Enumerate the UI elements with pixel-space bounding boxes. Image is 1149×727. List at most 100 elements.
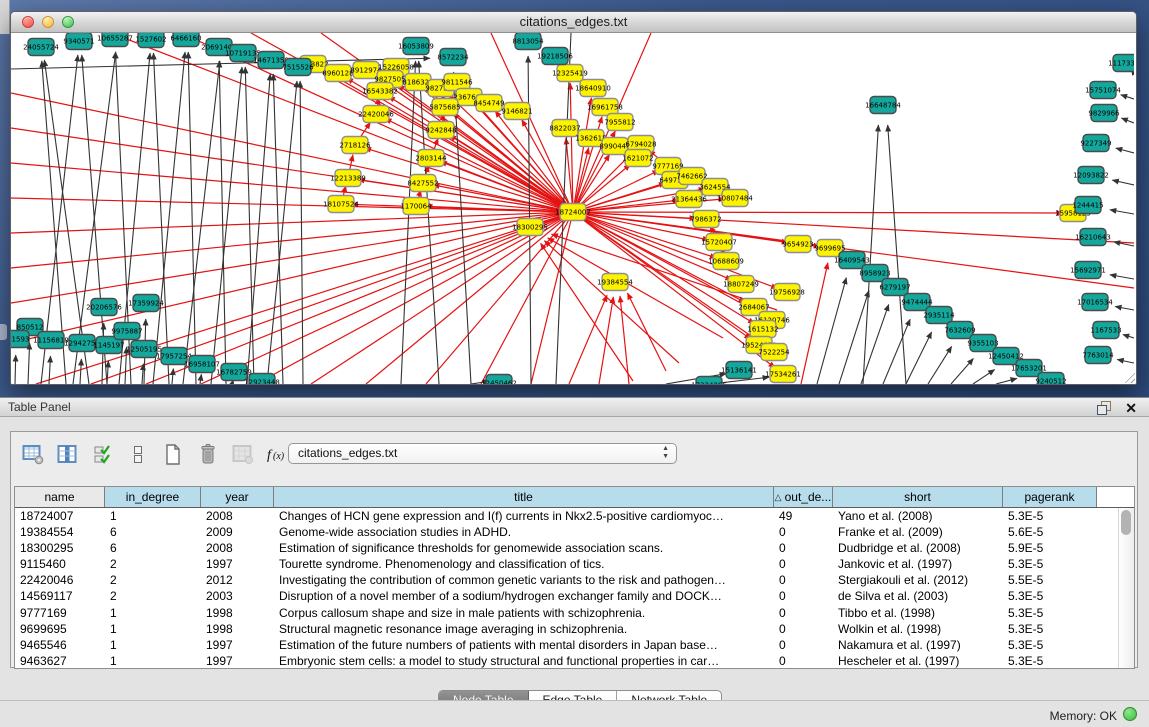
create-column-icon[interactable]: [161, 442, 185, 466]
network-edge[interactable]: [541, 243, 633, 381]
column-header-title[interactable]: title: [274, 487, 774, 507]
close-panel-icon[interactable]: ✕: [1125, 399, 1137, 417]
cell-short[interactable]: Yano et al. (2008): [833, 508, 1003, 524]
cell-title[interactable]: Investigating the contribution of common…: [274, 572, 774, 588]
column-header-pagerank[interactable]: pagerank: [1003, 487, 1097, 507]
network-edge[interactable]: [996, 378, 1017, 384]
network-node[interactable]: 391593: [11, 331, 29, 348]
cell-out_degree[interactable]: 0: [774, 653, 833, 668]
column-header-name[interactable]: name: [15, 487, 105, 507]
network-node[interactable]: 18300295: [512, 219, 548, 236]
column-header-short[interactable]: short: [833, 487, 1003, 507]
cell-year[interactable]: 1998: [201, 605, 274, 621]
cell-name[interactable]: 19384554: [15, 524, 105, 540]
network-edge[interactable]: [1121, 95, 1134, 99]
network-edge[interactable]: [1121, 118, 1134, 123]
cell-short[interactable]: Tibbo et al. (1998): [833, 605, 1003, 621]
cell-title[interactable]: Tourette syndrome. Phenomenology and cla…: [274, 556, 774, 572]
memory-status-indicator[interactable]: [1123, 707, 1137, 721]
network-edge[interactable]: [801, 263, 828, 384]
network-edge[interactable]: [627, 293, 666, 371]
table-row[interactable]: 1456911722003Disruption of a novel membe…: [15, 588, 1119, 604]
cell-in_degree[interactable]: 1: [105, 605, 201, 621]
cell-out_degree[interactable]: 0: [774, 556, 833, 572]
network-node[interactable]: 16053809: [398, 38, 434, 55]
table-row[interactable]: 969969511998Structural magnetic resonanc…: [15, 621, 1119, 637]
cell-pagerank[interactable]: 5.3E-5: [1003, 605, 1097, 621]
column-header-year[interactable]: year: [201, 487, 274, 507]
table-row[interactable]: 1872400712008Changes of HCN gene express…: [15, 508, 1119, 524]
network-node[interactable]: 15136141: [721, 362, 757, 379]
network-node[interactable]: 17534261: [765, 366, 801, 383]
cell-name[interactable]: 9115460: [15, 556, 105, 572]
network-node[interactable]: 15751074: [1085, 82, 1121, 99]
network-edge[interactable]: [1116, 148, 1134, 153]
cell-out_degree[interactable]: 0: [774, 540, 833, 556]
network-node[interactable]: 8454749: [473, 95, 504, 112]
network-node[interactable]: 9242848: [425, 122, 456, 139]
cell-in_degree[interactable]: 1: [105, 508, 201, 524]
network-edge[interactable]: [273, 74, 283, 384]
network-node[interactable]: 2803144: [415, 150, 447, 167]
column-header-in_degree[interactable]: in_degree: [105, 487, 201, 507]
cell-short[interactable]: Dudbridge et al. (2008): [833, 540, 1003, 556]
cell-out_degree[interactable]: 0: [774, 621, 833, 637]
network-node[interactable]: 2718126: [339, 137, 371, 154]
table-row[interactable]: 977716911998Corpus callosum shape and si…: [15, 605, 1119, 621]
cell-short[interactable]: Stergiakouli et al. (2012): [833, 572, 1003, 588]
network-node[interactable]: 9146821: [501, 103, 532, 120]
cell-pagerank[interactable]: 5.3E-5: [1003, 588, 1097, 604]
network-node[interactable]: 9240512: [1035, 373, 1066, 385]
network-edge[interactable]: [1110, 210, 1134, 214]
network-node[interactable]: 9340571: [63, 33, 94, 50]
cell-short[interactable]: Wolkin et al. (1998): [833, 621, 1003, 637]
network-node[interactable]: 7763014: [1082, 347, 1114, 364]
network-node[interactable]: 12213389: [330, 170, 366, 187]
vertical-scrollbar[interactable]: [1118, 508, 1134, 668]
cell-short[interactable]: de Silva et al. (2003): [833, 588, 1003, 604]
network-node[interactable]: 9975887: [111, 323, 142, 340]
cell-title[interactable]: Estimation of the future numbers of pati…: [274, 637, 774, 653]
network-edge[interactable]: [951, 359, 973, 384]
network-node[interactable]: 16543382: [362, 83, 398, 100]
cell-out_degree[interactable]: 0: [774, 605, 833, 621]
network-node[interactable]: 10807484: [717, 190, 753, 207]
network-node[interactable]: 1167533: [1090, 322, 1121, 339]
network-edge[interactable]: [247, 74, 270, 384]
cell-short[interactable]: Nakamura et al. (1997): [833, 637, 1003, 653]
network-node[interactable]: 1621072: [622, 150, 653, 167]
cell-title[interactable]: Disruption of a novel member of a sodium…: [274, 588, 774, 604]
network-node[interactable]: 7515526: [282, 59, 314, 76]
row-mode-icon[interactable]: [126, 442, 150, 466]
network-node[interactable]: 16958107: [184, 356, 220, 373]
network-node[interactable]: 10688609: [708, 253, 744, 270]
network-node[interactable]: 6466160: [170, 33, 201, 47]
network-edge[interactable]: [245, 67, 254, 384]
cell-year[interactable]: 1997: [201, 556, 274, 572]
network-edge[interactable]: [620, 296, 629, 384]
cell-in_degree[interactable]: 1: [105, 621, 201, 637]
network-node[interactable]: 1615132: [747, 321, 778, 338]
cell-title[interactable]: Changes of HCN gene expression and I(f) …: [274, 508, 774, 524]
network-edge[interactable]: [928, 346, 952, 384]
cell-in_degree[interactable]: 2: [105, 572, 201, 588]
network-node[interactable]: 20206576: [86, 299, 122, 316]
cell-year[interactable]: 2012: [201, 572, 274, 588]
splitter-collapse-handle[interactable]: [0, 324, 7, 340]
network-edge[interactable]: [107, 361, 108, 384]
network-node[interactable]: 19218506: [537, 48, 573, 65]
network-node[interactable]: 17359924: [128, 295, 164, 312]
network-node[interactable]: 18640910: [575, 80, 611, 97]
cell-title[interactable]: Corpus callosum shape and size in male p…: [274, 605, 774, 621]
network-node[interactable]: 15720407: [701, 234, 737, 251]
network-edge[interactable]: [1110, 275, 1134, 279]
cell-pagerank[interactable]: 5.3E-5: [1003, 508, 1097, 524]
show-column-icon[interactable]: [56, 442, 80, 466]
cell-short[interactable]: Franke et al. (2009): [833, 524, 1003, 540]
cell-title[interactable]: Genome-wide association studies in ADHD.: [274, 524, 774, 540]
network-edge[interactable]: [153, 52, 185, 384]
network-edge[interactable]: [1117, 360, 1134, 364]
network-node[interactable]: 16210643: [1075, 229, 1111, 246]
network-edge[interactable]: [906, 332, 932, 384]
cell-name[interactable]: 18724007: [15, 508, 105, 524]
